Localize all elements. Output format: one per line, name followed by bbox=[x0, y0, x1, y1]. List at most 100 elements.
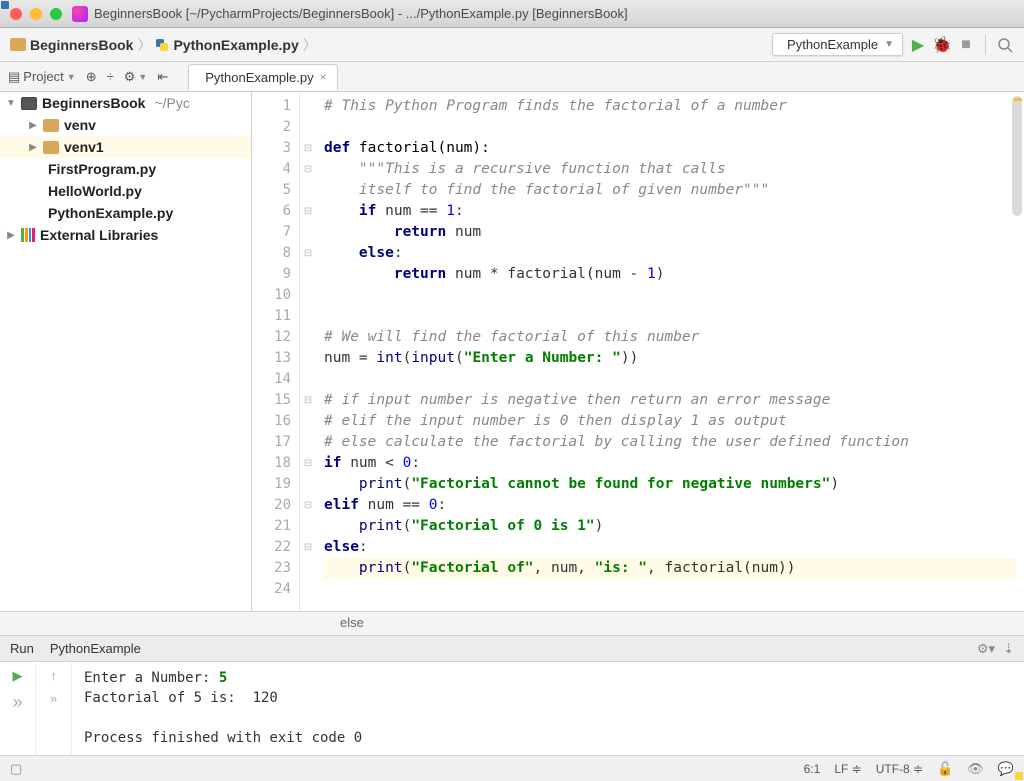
marker-bar bbox=[1012, 92, 1024, 611]
maximize-window-button[interactable] bbox=[50, 8, 62, 20]
code-line[interactable]: elif num == 0: bbox=[324, 495, 1016, 516]
code-line[interactable]: # if input number is negative then retur… bbox=[324, 390, 1016, 411]
code-line[interactable]: if num < 0: bbox=[324, 453, 1016, 474]
tree-item-firstprogram-py[interactable]: FirstProgram.py bbox=[0, 158, 251, 180]
project-view-icon: ▤ bbox=[8, 69, 20, 85]
tool-window-toggle-icon[interactable]: ▢ bbox=[10, 761, 22, 777]
code-line[interactable]: """This is a recursive function that cal… bbox=[324, 159, 1016, 180]
fold-gutter[interactable]: ⊟⊟⊟⊟⊟⊟⊟⊟ bbox=[300, 92, 316, 611]
download-icon[interactable]: ⇣ bbox=[1003, 641, 1014, 657]
code-editor[interactable]: 123456789101112131415161718192021222324 … bbox=[252, 92, 1024, 611]
separator bbox=[985, 35, 986, 55]
line-separator[interactable]: LF ≑ bbox=[834, 762, 861, 776]
code-line[interactable] bbox=[324, 285, 1016, 306]
close-window-button[interactable] bbox=[10, 8, 22, 20]
code-area[interactable]: # This Python Program finds the factoria… bbox=[316, 92, 1024, 611]
cursor-position[interactable]: 6:1 bbox=[804, 762, 821, 776]
warning-marker[interactable] bbox=[1014, 98, 1022, 101]
code-line[interactable] bbox=[324, 579, 1016, 600]
code-line[interactable]: return num bbox=[324, 222, 1016, 243]
code-line[interactable]: # This Python Program finds the factoria… bbox=[324, 96, 1016, 117]
code-line[interactable]: print("Factorial of 0 is 1") bbox=[324, 516, 1016, 537]
chevron-right-icon[interactable]: ▶ bbox=[28, 142, 38, 153]
code-line[interactable]: print("Factorial of", num, "is: ", facto… bbox=[324, 558, 1016, 579]
breadcrumb-project[interactable]: BeginnersBook bbox=[30, 37, 133, 53]
file-encoding[interactable]: UTF-8 ≑ bbox=[876, 762, 923, 776]
run-button[interactable]: ▶ bbox=[909, 36, 927, 54]
code-line[interactable]: num = int(input("Enter a Number: ")) bbox=[324, 348, 1016, 369]
chevron-down-icon: ▼ bbox=[884, 39, 894, 50]
tool-window-bar: ▤ Project ▼ ⊕ ÷ ⚙▼ ⇤ PythonExample.py × bbox=[0, 62, 1024, 92]
editor-tab[interactable]: PythonExample.py × bbox=[188, 64, 337, 90]
up-arrow-icon[interactable]: ↑ bbox=[50, 668, 57, 683]
debug-button[interactable]: 🐞 bbox=[933, 36, 951, 54]
code-line[interactable] bbox=[324, 369, 1016, 390]
chevron-right-icon[interactable]: ▶ bbox=[6, 230, 16, 241]
gear-icon[interactable]: ⚙▾ bbox=[977, 641, 995, 657]
fold-toggle[interactable]: ⊟ bbox=[300, 201, 316, 222]
expand-icon[interactable]: » bbox=[50, 691, 57, 706]
project-tool-label: Project bbox=[23, 69, 63, 84]
code-line[interactable]: def factorial(num): bbox=[324, 138, 1016, 159]
tree-item-helloworld-py[interactable]: HelloWorld.py bbox=[0, 180, 251, 202]
tree-item-external-libraries[interactable]: ▶External Libraries bbox=[0, 224, 251, 246]
console-exit-line: Process finished with exit code 0 bbox=[84, 728, 1012, 748]
fold-toggle[interactable]: ⊟ bbox=[300, 138, 316, 159]
stop-button[interactable]: ■ bbox=[957, 36, 975, 54]
target-icon[interactable]: ⊕ bbox=[86, 69, 97, 85]
tree-item-venv1[interactable]: ▶venv1 bbox=[0, 136, 251, 158]
code-line[interactable]: else: bbox=[324, 537, 1016, 558]
expand-icon[interactable]: » bbox=[12, 692, 22, 713]
fold-toggle[interactable]: ⊟ bbox=[300, 390, 316, 411]
code-structure-breadcrumb[interactable]: else bbox=[0, 611, 1024, 635]
app-icon bbox=[72, 6, 88, 22]
minimize-window-button[interactable] bbox=[30, 8, 42, 20]
code-line[interactable]: # We will find the factorial of this num… bbox=[324, 327, 1016, 348]
chevron-right-icon[interactable]: ▶ bbox=[28, 120, 38, 131]
console-output[interactable]: Enter a Number: 5Factorial of 5 is: 120 … bbox=[72, 662, 1024, 755]
gear-icon[interactable]: ⚙▼ bbox=[124, 69, 148, 85]
project-tool-button[interactable]: ▤ Project ▼ bbox=[8, 69, 76, 85]
code-line[interactable]: # elif the input number is 0 then displa… bbox=[324, 411, 1016, 432]
tree-item-label: venv bbox=[64, 117, 96, 133]
libraries-icon bbox=[21, 228, 35, 242]
chevron-down-icon[interactable]: ▼ bbox=[6, 98, 16, 109]
tree-item-beginnersbook[interactable]: ▼BeginnersBook~/Pyc bbox=[0, 92, 251, 114]
tree-item-pythonexample-py[interactable]: PythonExample.py bbox=[0, 202, 251, 224]
run-config-selector[interactable]: PythonExample ▼ bbox=[772, 33, 903, 56]
main-toolbar: BeginnersBook 〉 PythonExample.py 〉 Pytho… bbox=[0, 28, 1024, 62]
project-sidebar[interactable]: ▼BeginnersBook~/Pyc▶venv▶venv1FirstProgr… bbox=[0, 92, 252, 611]
inspector-icon[interactable]: 👁 bbox=[967, 761, 984, 777]
code-line[interactable]: return num * factorial(num - 1) bbox=[324, 264, 1016, 285]
chevron-right-icon: 〉 bbox=[303, 35, 317, 55]
run-tab-label[interactable]: Run bbox=[10, 641, 34, 656]
close-tab-icon[interactable]: × bbox=[320, 70, 327, 84]
tree-item-label: BeginnersBook bbox=[42, 95, 145, 111]
code-line[interactable] bbox=[324, 117, 1016, 138]
fold-toggle[interactable]: ⊟ bbox=[300, 159, 316, 180]
fold-toggle[interactable]: ⊟ bbox=[300, 537, 316, 558]
fold-toggle[interactable]: ⊟ bbox=[300, 243, 316, 264]
breadcrumb-file[interactable]: PythonExample.py bbox=[173, 37, 298, 53]
window-titlebar: BeginnersBook [~/PycharmProjects/Beginne… bbox=[0, 0, 1024, 28]
collapse-icon[interactable]: ÷ bbox=[107, 69, 114, 84]
console-output-line: Factorial of 5 is: 120 bbox=[84, 688, 1012, 708]
rerun-button[interactable]: ▶ bbox=[13, 668, 23, 684]
code-line[interactable]: print("Factorial cannot be found for neg… bbox=[324, 474, 1016, 495]
hide-icon[interactable]: ⇤ bbox=[157, 69, 168, 85]
code-line[interactable]: itself to find the factorial of given nu… bbox=[324, 180, 1016, 201]
search-icon[interactable] bbox=[996, 36, 1014, 54]
console-user-input: 5 bbox=[219, 670, 227, 686]
code-line[interactable]: if num == 1: bbox=[324, 201, 1016, 222]
code-line[interactable]: else: bbox=[324, 243, 1016, 264]
fold-toggle[interactable]: ⊟ bbox=[300, 495, 316, 516]
run-config-name[interactable]: PythonExample bbox=[50, 641, 141, 656]
fold-toggle[interactable]: ⊟ bbox=[300, 453, 316, 474]
notifications-icon[interactable]: 💬 bbox=[998, 761, 1014, 777]
line-number-gutter: 123456789101112131415161718192021222324 bbox=[252, 92, 300, 611]
code-line[interactable]: # else calculate the factorial by callin… bbox=[324, 432, 1016, 453]
code-line[interactable] bbox=[324, 306, 1016, 327]
lock-icon[interactable]: 🔓 bbox=[937, 761, 953, 777]
tree-item-label: HelloWorld.py bbox=[48, 183, 142, 199]
tree-item-venv[interactable]: ▶ venv bbox=[0, 114, 251, 136]
